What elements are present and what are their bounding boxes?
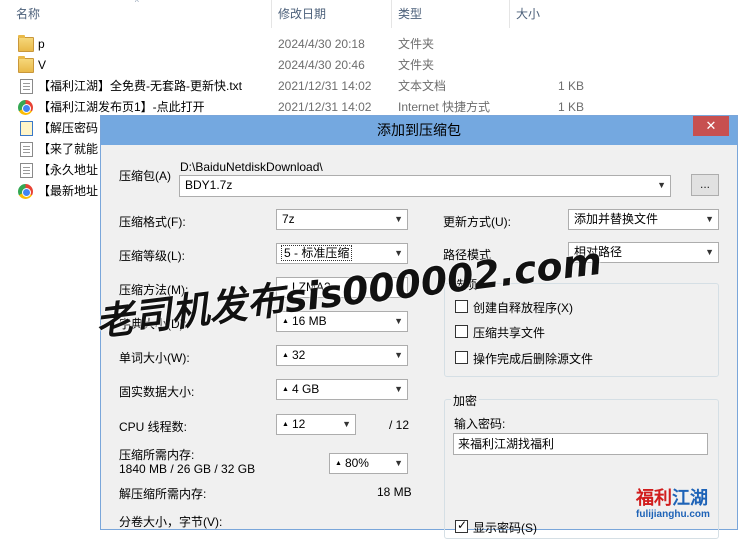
logo-text-part2: 江湖 (672, 488, 708, 509)
logo-mark: 福利江湖 (636, 484, 708, 510)
column-type[interactable]: 类型 (392, 0, 510, 28)
word-select[interactable]: ▲ 32 ▼ (276, 345, 408, 366)
text-file-icon (20, 142, 33, 157)
mem-percent-value: 80% (344, 456, 369, 470)
shared-files-label: 压缩共享文件 (473, 326, 546, 340)
file-name: 【永久地址 (38, 163, 99, 177)
file-row[interactable]: p 2024/4/30 20:18 文件夹 (0, 34, 738, 55)
column-name[interactable]: ^ 名称 (0, 0, 272, 28)
threads-label: CPU 线程数: (119, 420, 188, 434)
chevron-down-icon: ▼ (394, 350, 403, 360)
chevron-down-icon: ▼ (705, 247, 714, 257)
logo-url: fulijianghu.com (636, 509, 710, 520)
sort-arrow-icon: ^ (135, 0, 139, 7)
sfx-label: 创建自释放程序(X) (473, 301, 573, 315)
level-label: 压缩等级(L): (119, 249, 186, 263)
notes-icon (20, 121, 33, 136)
solid-value: 4 GB (291, 382, 320, 396)
file-date: 2021/12/31 14:02 (278, 79, 372, 93)
file-row[interactable]: V 2024/4/30 20:46 文件夹 (0, 55, 738, 76)
format-select[interactable]: 7z ▼ (276, 209, 408, 230)
chevron-down-icon: ▼ (394, 384, 403, 394)
threads-max: / 12 (389, 418, 410, 432)
archive-name-combobox[interactable]: BDY1.7z ▼ (179, 175, 671, 197)
decomp-value: 18 MB (377, 485, 412, 499)
password-value: 来福利江湖找福利 (458, 437, 555, 451)
show-password-checkbox[interactable] (455, 518, 468, 533)
folder-icon (18, 35, 34, 52)
format-value: 7z (282, 212, 295, 226)
update-label: 更新方式(U): (443, 215, 511, 229)
caret-up-icon: ▲ (282, 386, 289, 393)
encryption-title: 加密 (451, 392, 480, 409)
file-name: V (38, 58, 47, 72)
archive-name-value: BDY1.7z (185, 178, 233, 192)
file-name: 【解压密码 (38, 121, 99, 135)
decomp-label: 解压缩所需内存: (119, 487, 207, 501)
split-label: 分卷大小，字节(V): (119, 515, 223, 529)
file-type: 文件夹 (398, 58, 435, 72)
show-password-label: 显示密码(S) (473, 521, 537, 535)
text-file-icon (20, 79, 33, 94)
file-type: 文件夹 (398, 37, 435, 51)
close-icon: ✕ (705, 118, 717, 133)
caret-up-icon: ▲ (282, 352, 289, 359)
file-name: 【最新地址 (38, 184, 99, 198)
update-value: 添加并替换文件 (574, 212, 659, 226)
chevron-down-icon: ▼ (705, 214, 714, 224)
caret-up-icon: ▲ (335, 460, 342, 467)
dialog-title: 添加到压缩包 (377, 122, 461, 138)
file-row[interactable]: 【福利江湖】全免费-无套路-更新快.txt 2021/12/31 14:02 文… (0, 76, 738, 97)
file-date: 2024/4/30 20:18 (278, 37, 365, 51)
password-input[interactable]: 来福利江湖找福利 (453, 433, 708, 455)
chevron-down-icon: ▼ (394, 458, 403, 468)
site-logo: 福利江湖 fulijianghu.com (636, 484, 736, 530)
chevron-down-icon: ▼ (394, 214, 403, 224)
file-type: 文本文档 (398, 79, 447, 93)
word-value: 32 (291, 348, 306, 362)
level-value: 5 - 标准压缩 (280, 245, 353, 261)
solid-select[interactable]: ▲ 4 GB ▼ (276, 379, 408, 400)
delete-after-checkbox[interactable] (455, 351, 468, 364)
mem-label: 压缩所需内存: (119, 448, 195, 462)
chrome-icon (18, 184, 33, 199)
file-name: 【福利江湖】全免费-无套路-更新快.txt (38, 79, 242, 93)
archive-path: D:\BaiduNetdiskDownload\ (180, 160, 323, 174)
update-select[interactable]: 添加并替换文件 ▼ (568, 209, 719, 230)
password-label: 输入密码: (454, 417, 506, 431)
file-name: 【来了就能 (38, 142, 99, 156)
word-label: 单词大小(W): (119, 351, 190, 365)
archive-label: 压缩包(A) (119, 169, 171, 183)
dialog-titlebar[interactable]: 添加到压缩包 ✕ (101, 116, 737, 145)
close-button[interactable]: ✕ (693, 116, 729, 136)
mem-detail: 1840 MB / 26 GB / 32 GB (119, 462, 256, 476)
logo-text-part1: 福利 (636, 488, 672, 509)
column-header-row: ^ 名称 修改日期 类型 大小 (0, 0, 738, 28)
column-date[interactable]: 修改日期 (272, 0, 392, 28)
file-name: p (38, 37, 45, 51)
threads-select[interactable]: ▲ 12 ▼ (276, 414, 356, 435)
chrome-icon (18, 100, 33, 115)
file-date: 2024/4/30 20:46 (278, 58, 365, 72)
solid-label: 固实数据大小: (119, 385, 195, 399)
chevron-down-icon: ▼ (394, 316, 403, 326)
mem-percent-select[interactable]: ▲ 80% ▼ (329, 453, 408, 474)
chevron-down-icon: ▼ (342, 419, 351, 429)
column-size[interactable]: 大小 (510, 0, 590, 28)
file-size: 1 KB (557, 79, 584, 93)
caret-up-icon: ▲ (282, 421, 289, 428)
chevron-down-icon: ▼ (657, 180, 666, 190)
folder-icon (18, 56, 34, 73)
browse-button[interactable]: ... (691, 174, 719, 196)
text-file-icon (20, 163, 33, 178)
threads-value: 12 (291, 417, 306, 431)
format-label: 压缩格式(F): (119, 215, 186, 229)
delete-after-label: 操作完成后删除源文件 (473, 352, 594, 366)
shared-files-checkbox[interactable] (455, 325, 468, 338)
